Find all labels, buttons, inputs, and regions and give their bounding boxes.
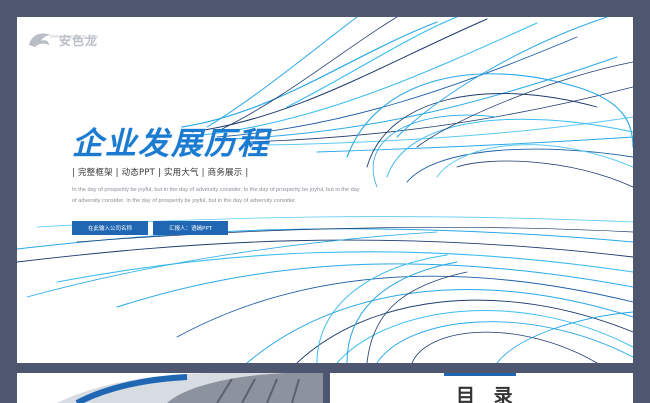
toc-title: 目 录	[456, 385, 519, 403]
toc-accent-bar	[444, 373, 516, 376]
company-name-button[interactable]: 在此输入公司名称	[72, 221, 148, 235]
presenter-button[interactable]: 汇报人：语嫣PPT	[153, 221, 228, 235]
brand-logo: 安色龙	[27, 28, 98, 52]
dragon-logo-icon	[29, 33, 51, 47]
title-slide: 安色龙 www.anselong.com 企业发展历程 | 完整框架 | 动态P…	[17, 17, 633, 363]
slide-tagline: | 完整框架 | 动态PPT | 实用大气 | 商务展示 |	[72, 168, 249, 178]
slide-title: 企业发展历程	[72, 126, 270, 162]
architecture-photo	[17, 373, 323, 403]
slide-body-text: In the day of prosperity be joyful, but …	[72, 187, 360, 204]
next-slide-thumbnail-right[interactable]: 目 录	[330, 373, 633, 403]
next-slide-thumbnail-left[interactable]	[17, 373, 323, 403]
brand-url: www.anselong.com	[50, 34, 99, 40]
